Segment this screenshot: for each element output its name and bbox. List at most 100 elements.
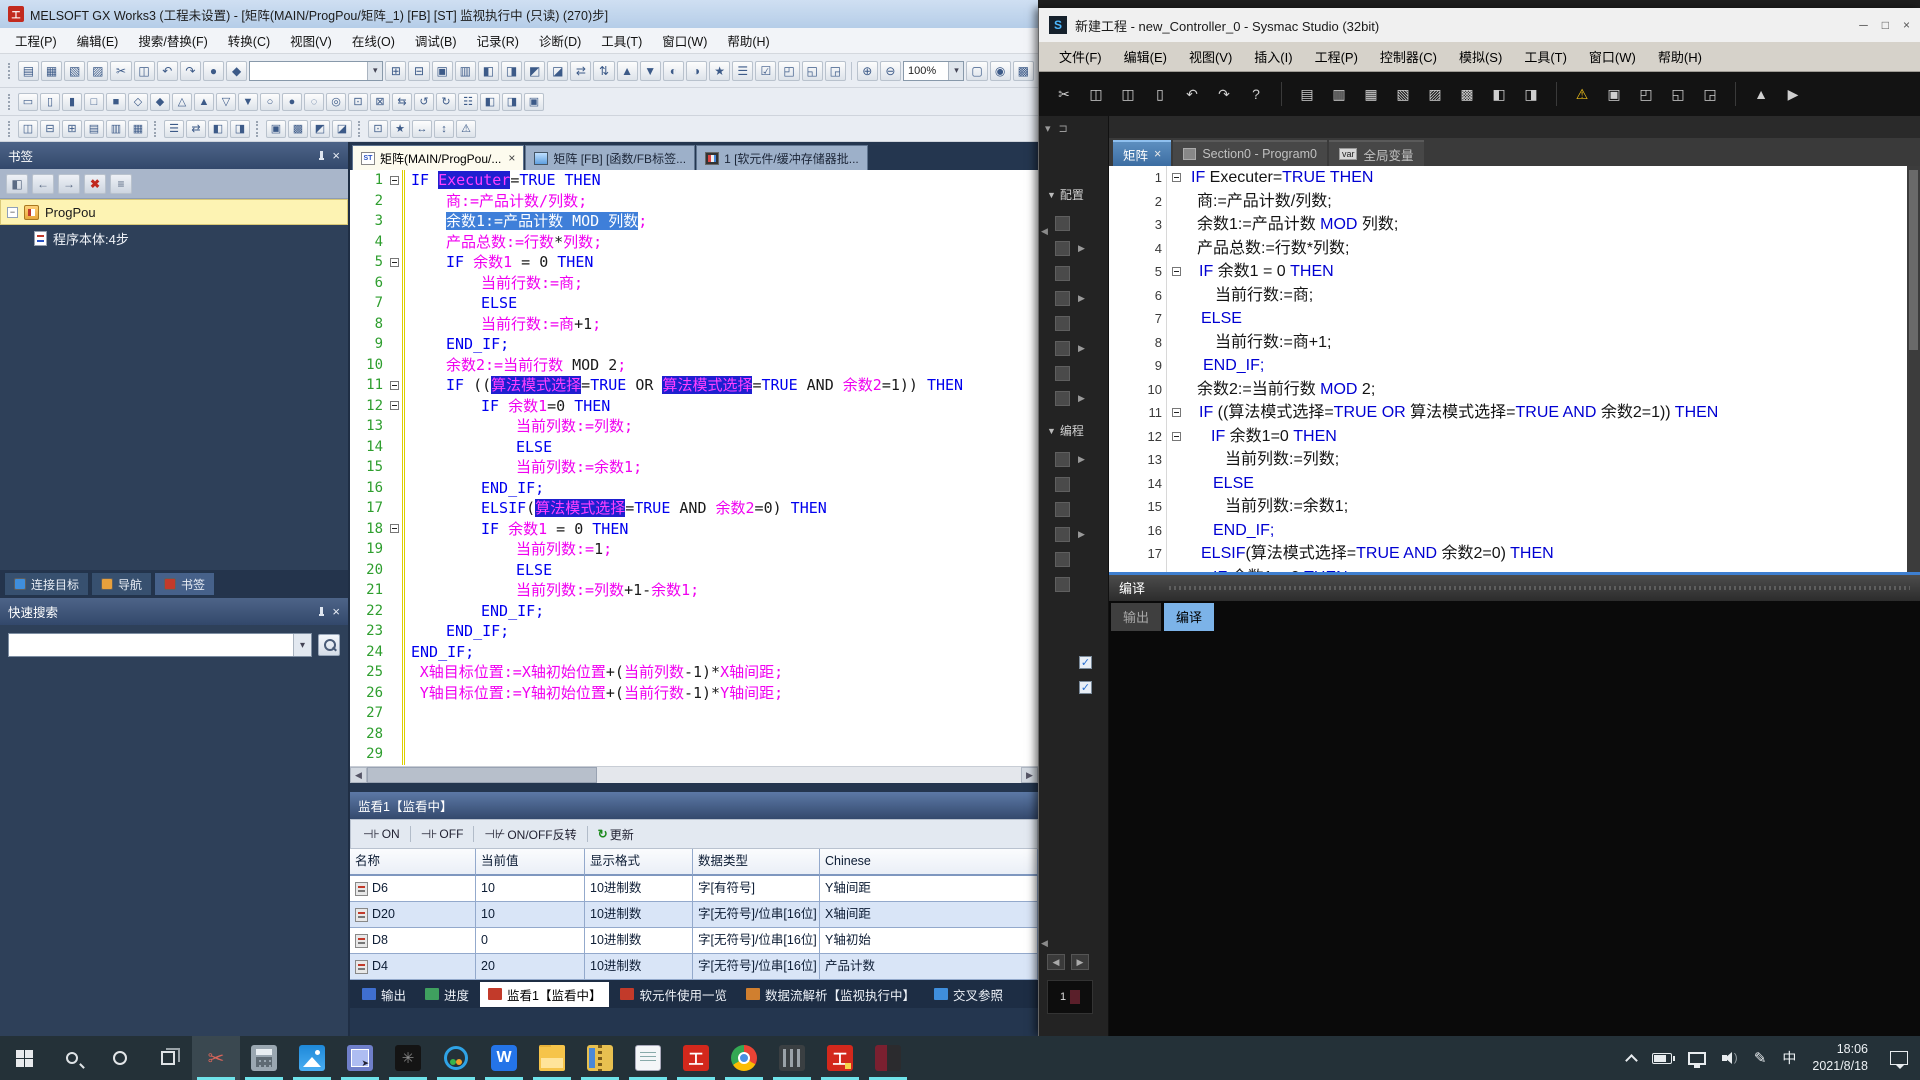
toolbar-icon[interactable]: ■ xyxy=(106,93,126,111)
toolbar-icon[interactable]: □ xyxy=(84,93,104,111)
menu-item[interactable]: 工具(T) xyxy=(1514,43,1577,70)
toolbar-icon[interactable]: ▽ xyxy=(216,93,236,111)
table-row[interactable]: D61010进制数字[有符号]Y轴间距 xyxy=(350,876,1038,902)
chevron-right-icon[interactable]: ▶ xyxy=(1078,529,1085,540)
cortana-button[interactable] xyxy=(96,1036,144,1080)
bookmark-toolbar-icon[interactable]: ◧ xyxy=(6,174,28,194)
sysmac-tab-Section0 - Program0[interactable]: Section0 - Program0 xyxy=(1173,140,1327,166)
toolbar-icon[interactable]: ▣ xyxy=(266,120,286,138)
toolbar-icon[interactable]: ✂ xyxy=(1051,82,1077,106)
bottom-tab-输出[interactable]: 输出 xyxy=(1111,603,1161,631)
taskbar-app-snipping-tool[interactable]: ✂ xyxy=(192,1036,240,1080)
toolbar-icon[interactable]: ▭ xyxy=(18,93,38,111)
sidebar-item[interactable]: ▶ xyxy=(1055,391,1085,406)
toolbar-icon[interactable]: ▯ xyxy=(1147,82,1173,106)
toolbar-icon[interactable]: ↶ xyxy=(157,61,178,81)
toolbar-icon[interactable]: ⇄ xyxy=(570,61,591,81)
toolbar-icon[interactable]: ⚠ xyxy=(1569,82,1595,106)
maximize-button[interactable]: □ xyxy=(1882,18,1889,32)
scroll-left-icon[interactable]: ◀ xyxy=(350,767,367,783)
table-row[interactable]: D201010进制数字[无符号]/位串[16位]X轴间距 xyxy=(350,902,1038,928)
toolbar-icon[interactable]: ▥ xyxy=(455,61,476,81)
sidebar-item[interactable] xyxy=(1055,266,1070,281)
fold-toggle-icon[interactable] xyxy=(390,381,399,390)
watch-OFF-button[interactable]: ⊣⊦OFF xyxy=(415,825,470,843)
toolbar-icon[interactable]: ▧ xyxy=(1390,82,1416,106)
toolbar-icon[interactable]: ⊕ xyxy=(857,61,878,81)
toolbar-icon[interactable]: ✂ xyxy=(110,61,131,81)
page-right-icon[interactable]: ▶ xyxy=(1071,954,1089,970)
fold-toggle-icon[interactable] xyxy=(1172,267,1181,276)
pen-icon[interactable]: ✎ xyxy=(1754,1049,1767,1067)
toolbar-icon[interactable]: ▤ xyxy=(84,120,104,138)
editor-tab[interactable]: ST矩阵(MAIN/ProgPou/...× xyxy=(352,145,524,170)
taskbar-app-chrome[interactable] xyxy=(720,1036,768,1080)
editor-tab[interactable]: 1 [软元件/缓冲存储器批... xyxy=(696,145,868,170)
checkbox[interactable]: ✓ xyxy=(1079,681,1092,694)
taskbar-app-wps[interactable]: W xyxy=(480,1036,528,1080)
close-icon[interactable]: × xyxy=(1154,147,1161,161)
close-icon[interactable]: × xyxy=(508,151,515,165)
menu-item[interactable]: 在线(O) xyxy=(343,28,404,53)
toolbar-icon[interactable]: ◫ xyxy=(18,120,38,138)
editor-tab[interactable]: 矩阵 [FB] [函数/FB标签... xyxy=(525,145,695,170)
sidebar-item[interactable]: ▶ xyxy=(1055,452,1085,467)
toolbar-icon[interactable]: ◱ xyxy=(802,61,823,81)
toolbar-icon[interactable]: ⇆ xyxy=(392,93,412,111)
toolbar-icon[interactable]: ▥ xyxy=(106,120,126,138)
watch-ON-button[interactable]: ⊣⊦ON xyxy=(357,825,406,843)
toolbar-icon[interactable]: ▧ xyxy=(64,61,85,81)
menu-item[interactable]: 插入(I) xyxy=(1244,43,1302,70)
toolbar-icon[interactable]: ◫ xyxy=(1115,82,1141,106)
taskbar-app-notepad[interactable] xyxy=(624,1036,672,1080)
toolbar-icon[interactable]: ⊡ xyxy=(368,120,388,138)
toolbar-icon[interactable]: ◉ xyxy=(990,61,1011,81)
sidebar-item[interactable] xyxy=(1055,316,1070,331)
toolbar-icon[interactable]: ◨ xyxy=(230,120,250,138)
toolbar-icon[interactable]: ▣ xyxy=(524,93,544,111)
sidebar-item[interactable]: ▶ xyxy=(1055,527,1085,542)
sidebar-item[interactable] xyxy=(1055,577,1070,592)
menu-item[interactable]: 视图(V) xyxy=(281,28,341,53)
fold-toggle-icon[interactable] xyxy=(1172,408,1181,417)
scrollbar-thumb[interactable] xyxy=(367,767,597,783)
sidebar-item[interactable]: ▶ xyxy=(1055,241,1085,256)
menu-item[interactable]: 调试(B) xyxy=(406,28,466,53)
watch-ON/OFF反转-button[interactable]: ⊣⊬ON/OFF反转 xyxy=(478,824,582,845)
pin-icon[interactable]: ⊐ xyxy=(1059,122,1068,135)
vertical-scrollbar[interactable] xyxy=(1907,166,1920,572)
toolbar-icon[interactable]: ○ xyxy=(260,93,280,111)
scroll-right-icon[interactable]: ▶ xyxy=(1021,767,1038,783)
toolbar-icon[interactable]: ▶ xyxy=(1780,82,1806,106)
dock-tab-导航[interactable]: 导航 xyxy=(91,572,152,596)
toolbar-icon[interactable]: ◲ xyxy=(825,61,846,81)
menu-item[interactable]: 编辑(E) xyxy=(1114,43,1177,70)
menu-item[interactable]: 帮助(H) xyxy=(718,28,778,53)
sidebar-item[interactable] xyxy=(1055,502,1070,517)
menu-item[interactable]: 窗口(W) xyxy=(1579,43,1646,70)
toolbar-icon[interactable]: ↔ xyxy=(412,120,432,138)
toolbar-icon[interactable]: ⊞ xyxy=(385,61,406,81)
toolbar-icon[interactable]: ▦ xyxy=(1358,82,1384,106)
toolbar-icon[interactable]: ↻ xyxy=(436,93,456,111)
toolbar-icon[interactable]: ⊡ xyxy=(348,93,368,111)
chevron-down-icon[interactable]: ▾ xyxy=(367,62,382,80)
toolbar-icon[interactable]: ⊠ xyxy=(370,93,390,111)
toolbar-icon[interactable]: ◫ xyxy=(1083,82,1109,106)
menu-item[interactable]: 视图(V) xyxy=(1179,43,1242,70)
toolbar-icon[interactable]: ● xyxy=(282,93,302,111)
collapse-arrow-icon[interactable]: ◀ xyxy=(1041,226,1048,237)
toolbar-icon[interactable]: ▼ xyxy=(640,61,661,81)
quick-search-input[interactable]: ▾ xyxy=(8,633,312,657)
toolbar-icon[interactable]: ↷ xyxy=(180,61,201,81)
bottom-tab-编译[interactable]: 编译 xyxy=(1164,603,1214,631)
menu-item[interactable]: 记录(R) xyxy=(468,28,528,53)
close-icon[interactable]: × xyxy=(332,149,340,162)
bookmark-toolbar-icon[interactable]: ← xyxy=(32,174,54,194)
page-left-icon[interactable]: ◀ xyxy=(1047,954,1065,970)
menu-item[interactable]: 工具(T) xyxy=(592,28,651,53)
toolbar-icon[interactable]: ◎ xyxy=(326,93,346,111)
toolbar-icon[interactable]: ● xyxy=(203,61,224,81)
fold-toggle-icon[interactable] xyxy=(390,176,399,185)
menu-item[interactable]: 文件(F) xyxy=(1049,43,1112,70)
